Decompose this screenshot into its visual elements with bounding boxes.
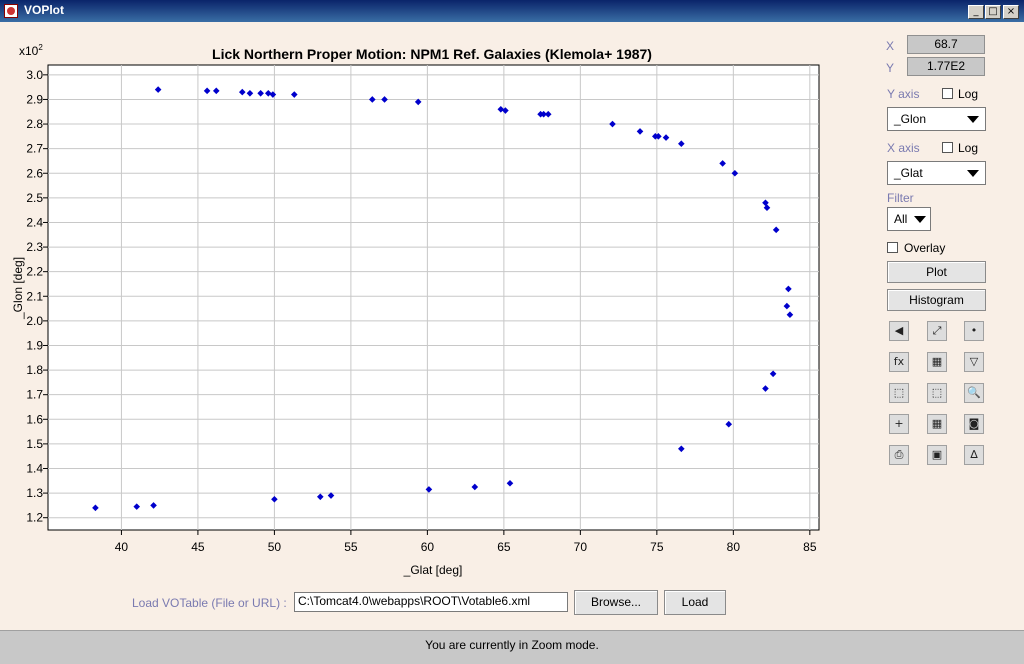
y-tick-label: 2.9	[26, 92, 43, 106]
x-tick-label: 55	[344, 540, 358, 554]
status-bar: You are currently in Zoom mode.	[0, 630, 1024, 664]
app-icon	[4, 4, 18, 18]
x-axis-log-checkbox[interactable]	[942, 142, 953, 153]
y-coord-label: Y	[886, 61, 895, 75]
browse-button[interactable]: Browse...	[574, 590, 658, 615]
y-multiplier-base: x10	[19, 44, 39, 58]
chevron-down-icon	[967, 116, 979, 123]
y-tick-label: 1.8	[26, 363, 43, 377]
y-tick-label: 2.8	[26, 117, 43, 131]
scatter-chart[interactable]: Lick Northern Proper Motion: NPM1 Ref. G…	[0, 22, 1024, 630]
y-axis-ticks: 1.2 1.3 1.4 1.5 1.6 1.7 1.8 1.9 2.0 2.1 2.2 2.3 2.4 2…	[26, 68, 48, 525]
y-tick-label: 1.2	[26, 511, 43, 525]
y-axis-select-value: _Glon	[894, 112, 927, 126]
y-multiplier-label: x102	[19, 43, 43, 58]
print-icon[interactable]: ⎙	[889, 445, 909, 465]
y-axis-select[interactable]: _Glon	[887, 107, 986, 131]
maximize-button[interactable]: □	[985, 5, 1001, 19]
crop-icon[interactable]: ⬚	[927, 383, 947, 403]
x-axis-select-value: _Glat	[894, 166, 923, 180]
x-tick-label: 85	[803, 540, 817, 554]
x-axis-select[interactable]: _Glat	[887, 161, 986, 185]
y-axis-label: _Glon [deg]	[11, 257, 25, 320]
x-tick-label: 40	[115, 540, 129, 554]
load-button[interactable]: Load	[664, 590, 726, 615]
y-tick-label: 3.0	[26, 68, 43, 82]
y-axis-log-checkbox[interactable]	[942, 88, 953, 99]
plot-button[interactable]: Plot	[887, 261, 986, 283]
votable-path-input[interactable]: C:\Tomcat4.0\webapps\ROOT\Votable6.xml	[294, 592, 568, 612]
function-icon[interactable]: fx	[889, 352, 909, 372]
x-tick-label: 75	[650, 540, 664, 554]
histogram-button[interactable]: Histogram	[887, 289, 986, 311]
minimize-button[interactable]: _	[968, 5, 984, 19]
back-icon[interactable]: ◀	[889, 321, 909, 341]
add-point-icon[interactable]: +	[889, 414, 909, 434]
filter-section-label: Filter	[887, 191, 914, 205]
x-axis-label: _Glat [deg]	[403, 563, 463, 577]
x-coord-value: 68.7	[907, 35, 985, 54]
chevron-down-icon	[914, 216, 926, 223]
x-tick-label: 60	[421, 540, 435, 554]
y-tick-label: 2.3	[26, 240, 43, 254]
stats-icon[interactable]: ∆	[964, 445, 984, 465]
x-tick-label: 80	[727, 540, 741, 554]
filter-select-value: All	[894, 212, 908, 226]
y-tick-label: 2.1	[26, 289, 43, 303]
y-tick-label: 1.5	[26, 437, 43, 451]
y-coord-value: 1.77E2	[907, 57, 985, 76]
x-tick-label: 45	[191, 540, 205, 554]
y-tick-label: 1.9	[26, 338, 43, 352]
y-tick-label: 2.2	[26, 265, 43, 279]
y-tick-label: 1.6	[26, 412, 43, 426]
x-axis-log-label: Log	[958, 141, 979, 155]
mark-point-icon[interactable]: •	[964, 321, 984, 341]
y-tick-label: 2.6	[26, 166, 43, 180]
close-button[interactable]: ×	[1003, 5, 1019, 19]
x-tick-label: 70	[574, 540, 588, 554]
save-icon[interactable]: ▣	[927, 445, 947, 465]
x-coord-label: X	[886, 39, 895, 53]
x-axis-section-label: X axis	[887, 141, 920, 155]
status-text: You are currently in Zoom mode.	[425, 638, 599, 652]
select-region-icon[interactable]: ⬚	[889, 383, 909, 403]
overlay-checkbox[interactable]	[887, 242, 898, 253]
x-axis-ticks: 40 45 50 55 60 65 70 75 80 85	[115, 530, 817, 554]
color-icon[interactable]: ▦	[927, 352, 947, 372]
y-tick-label: 2.0	[26, 314, 43, 328]
x-tick-label: 65	[497, 540, 511, 554]
fit-icon[interactable]: ⤢	[927, 321, 947, 341]
overlay-label: Overlay	[904, 241, 946, 255]
y-tick-label: 1.4	[26, 461, 43, 475]
y-axis-log-label: Log	[958, 87, 979, 101]
zoom-icon[interactable]: 🔍	[964, 383, 984, 403]
plot-area[interactable]	[47, 64, 820, 531]
y-tick-label: 2.7	[26, 142, 43, 156]
view-icon[interactable]: ◙	[964, 414, 984, 434]
window-title: VOPlot	[24, 3, 65, 17]
filter-select[interactable]: All	[887, 207, 931, 231]
y-tick-label: 2.4	[26, 215, 43, 229]
title-bar: VOPlot _ □ ×	[0, 0, 1024, 22]
table-icon[interactable]: ▦	[927, 414, 947, 434]
load-votable-label: Load VOTable (File or URL) :	[132, 596, 287, 610]
y-tick-label: 2.5	[26, 191, 43, 205]
x-tick-label: 50	[268, 540, 282, 554]
chevron-down-icon	[967, 170, 979, 177]
y-tick-label: 1.3	[26, 486, 43, 500]
y-multiplier-exponent: 2	[38, 43, 43, 52]
y-axis-section-label: Y axis	[887, 87, 920, 101]
y-tick-label: 1.7	[26, 388, 43, 402]
chart-title: Lick Northern Proper Motion: NPM1 Ref. G…	[212, 46, 652, 62]
filter-icon[interactable]: ▽	[964, 352, 984, 372]
